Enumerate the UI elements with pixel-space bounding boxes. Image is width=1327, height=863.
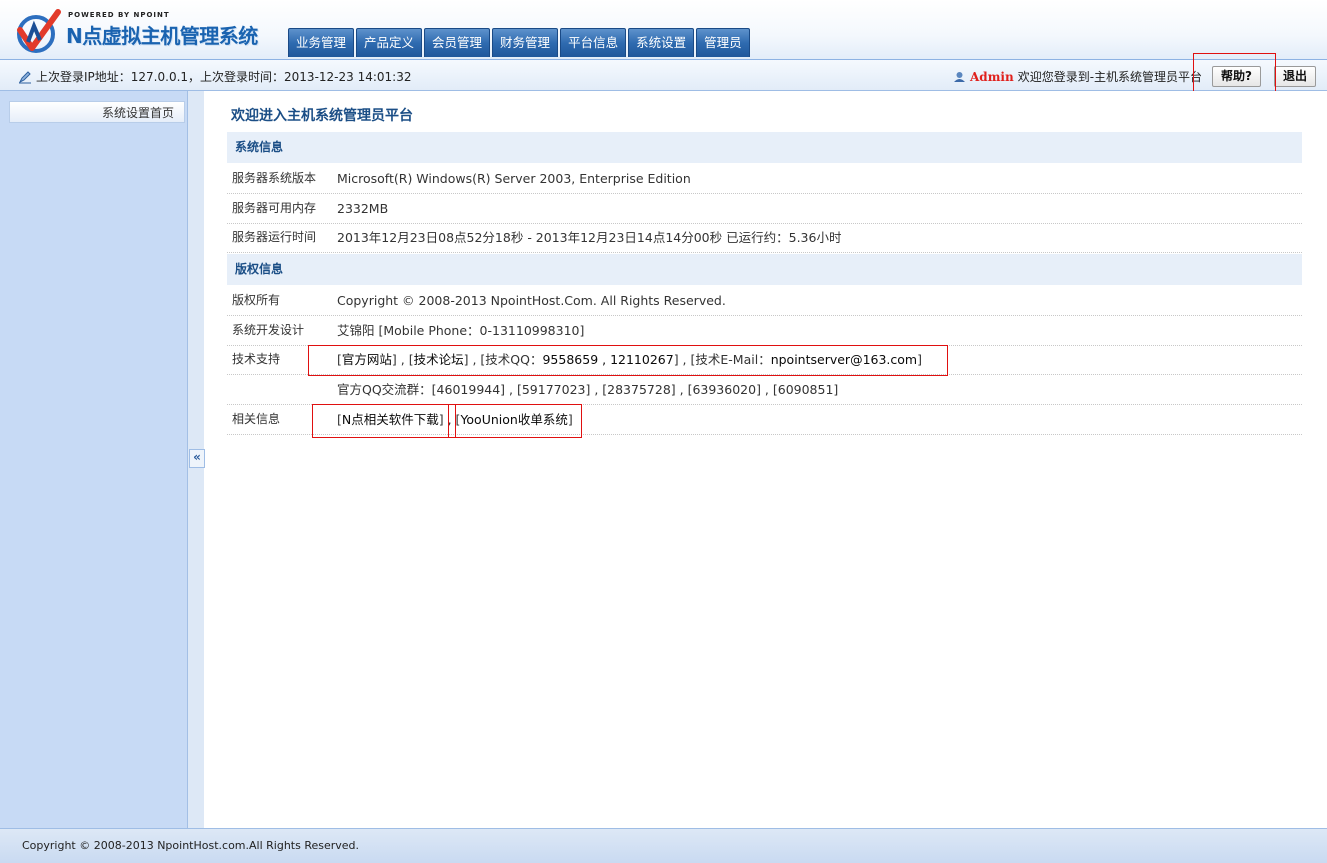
logo: POWERED BY NPOINT N点虚拟主机管理系统 (14, 8, 258, 54)
admin-name: Admin (970, 70, 1014, 84)
row-label: 版权所有 (232, 293, 281, 307)
nav-tab-admins[interactable]: 管理员 (696, 28, 750, 57)
row-value: 2013年12月23日08点52分18秒 - 2013年12月23日14点14分… (337, 230, 842, 245)
table-row: 版权所有 Copyright © 2008-2013 NpointHost.Co… (227, 286, 1302, 316)
download-link[interactable]: N点相关软件下载 (342, 412, 439, 427)
row-value: Copyright © 2008-2013 NpointHost.Com. Al… (337, 293, 726, 308)
support-links: [官方网站] , [技术论坛] , [技术QQ：9558659 , 121102… (337, 352, 922, 367)
row-label: 服务器运行时间 (232, 230, 317, 244)
nav-tab-platform-info[interactable]: 平台信息 (560, 28, 627, 57)
table-row: 服务器可用内存 2332MB (227, 194, 1302, 224)
table-row: 官方QQ交流群：[46019944] , [59177023] , [28375… (227, 375, 1302, 405)
related-links: [N点相关软件下载] , [YooUnion收单系统] (337, 412, 573, 427)
yoounion-link[interactable]: YooUnion收单系统 (460, 412, 567, 427)
help-button[interactable]: 帮助? (1212, 66, 1261, 87)
nav-tab-finance[interactable]: 财务管理 (492, 28, 559, 57)
table-row: 技术支持 [官方网站] , [技术论坛] , [技术QQ：9558659 , 1… (227, 345, 1302, 375)
row-label: 服务器系统版本 (232, 171, 317, 185)
nav-tab-products[interactable]: 产品定义 (356, 28, 423, 57)
table-row: 服务器系统版本 Microsoft(R) Windows(R) Server 2… (227, 164, 1302, 194)
app-title: N点虚拟主机管理系统 (66, 24, 258, 48)
section-system-info: 系统信息 (227, 132, 1302, 163)
section-copyright-info: 版权信息 (227, 254, 1302, 285)
row-value: 2332MB (337, 201, 389, 216)
qq-numbers[interactable]: 9558659 , 12110267 (542, 352, 673, 367)
main-nav: 业务管理 产品定义 会员管理 财务管理 平台信息 系统设置 管理员 (288, 28, 752, 58)
qq-groups: 官方QQ交流群：[46019944] , [59177023] , [28375… (337, 382, 839, 397)
welcome-text: 欢迎您登录到-主机系统管理员平台 (1017, 70, 1203, 84)
last-login-info: 上次登录IP地址：127.0.0.1，上次登录时间：2013-12-23 14:… (18, 68, 411, 85)
nav-tab-system-settings[interactable]: 系统设置 (628, 28, 695, 57)
info-bar: 上次登录IP地址：127.0.0.1，上次登录时间：2013-12-23 14:… (0, 60, 1327, 91)
sidebar-item-system-settings-home[interactable]: 系统设置首页 (9, 101, 185, 123)
row-label: 服务器可用内存 (232, 201, 317, 215)
npoint-logo-icon (17, 9, 61, 53)
user-info: Admin 欢迎您登录到-主机系统管理员平台 (953, 68, 1202, 85)
qq-prefix: 技术QQ： (485, 352, 543, 367)
table-row: 服务器运行时间 2013年12月23日08点52分18秒 - 2013年12月2… (227, 223, 1302, 253)
footer-copyright: Copyright © 2008-2013 NpointHost.com.All… (22, 839, 360, 852)
official-site-link[interactable]: 官方网站 (342, 352, 392, 367)
table-row: 系统开发设计 艾锦阳 [Mobile Phone：0-13110998310] (227, 316, 1302, 346)
row-value: 艾锦阳 [Mobile Phone：0-13110998310] (337, 323, 585, 338)
user-icon (954, 72, 965, 82)
forum-link[interactable]: 技术论坛 (414, 352, 464, 367)
header: POWERED BY NPOINT N点虚拟主机管理系统 业务管理 产品定义 会… (0, 0, 1327, 60)
row-label: 系统开发设计 (232, 323, 305, 337)
main-content: 欢迎进入主机系统管理员平台 系统信息 服务器系统版本 Microsoft(R) … (205, 91, 1327, 828)
nav-tab-members[interactable]: 会员管理 (424, 28, 491, 57)
footer: Copyright © 2008-2013 NpointHost.com.All… (0, 828, 1327, 863)
row-label: 相关信息 (232, 412, 281, 426)
row-label: 技术支持 (232, 352, 281, 366)
email-prefix: 技术E-Mail： (695, 352, 771, 367)
row-value: Microsoft(R) Windows(R) Server 2003, Ent… (337, 171, 691, 186)
logout-button[interactable]: 退出 (1274, 66, 1317, 87)
last-login-text: 上次登录IP地址：127.0.0.1，上次登录时间：2013-12-23 14:… (36, 70, 412, 84)
table-row: 相关信息 [N点相关软件下载] , [YooUnion收单系统] (227, 405, 1302, 435)
collapse-sidebar-button[interactable]: « (189, 449, 205, 468)
pen-icon (18, 71, 31, 84)
nav-tab-business[interactable]: 业务管理 (288, 28, 355, 57)
sidebar: 系统设置首页 (0, 91, 188, 828)
email-link[interactable]: npointserver@163.com (771, 352, 917, 367)
page-title: 欢迎进入主机系统管理员平台 (231, 108, 413, 124)
powered-by-text: POWERED BY NPOINT (68, 11, 170, 19)
